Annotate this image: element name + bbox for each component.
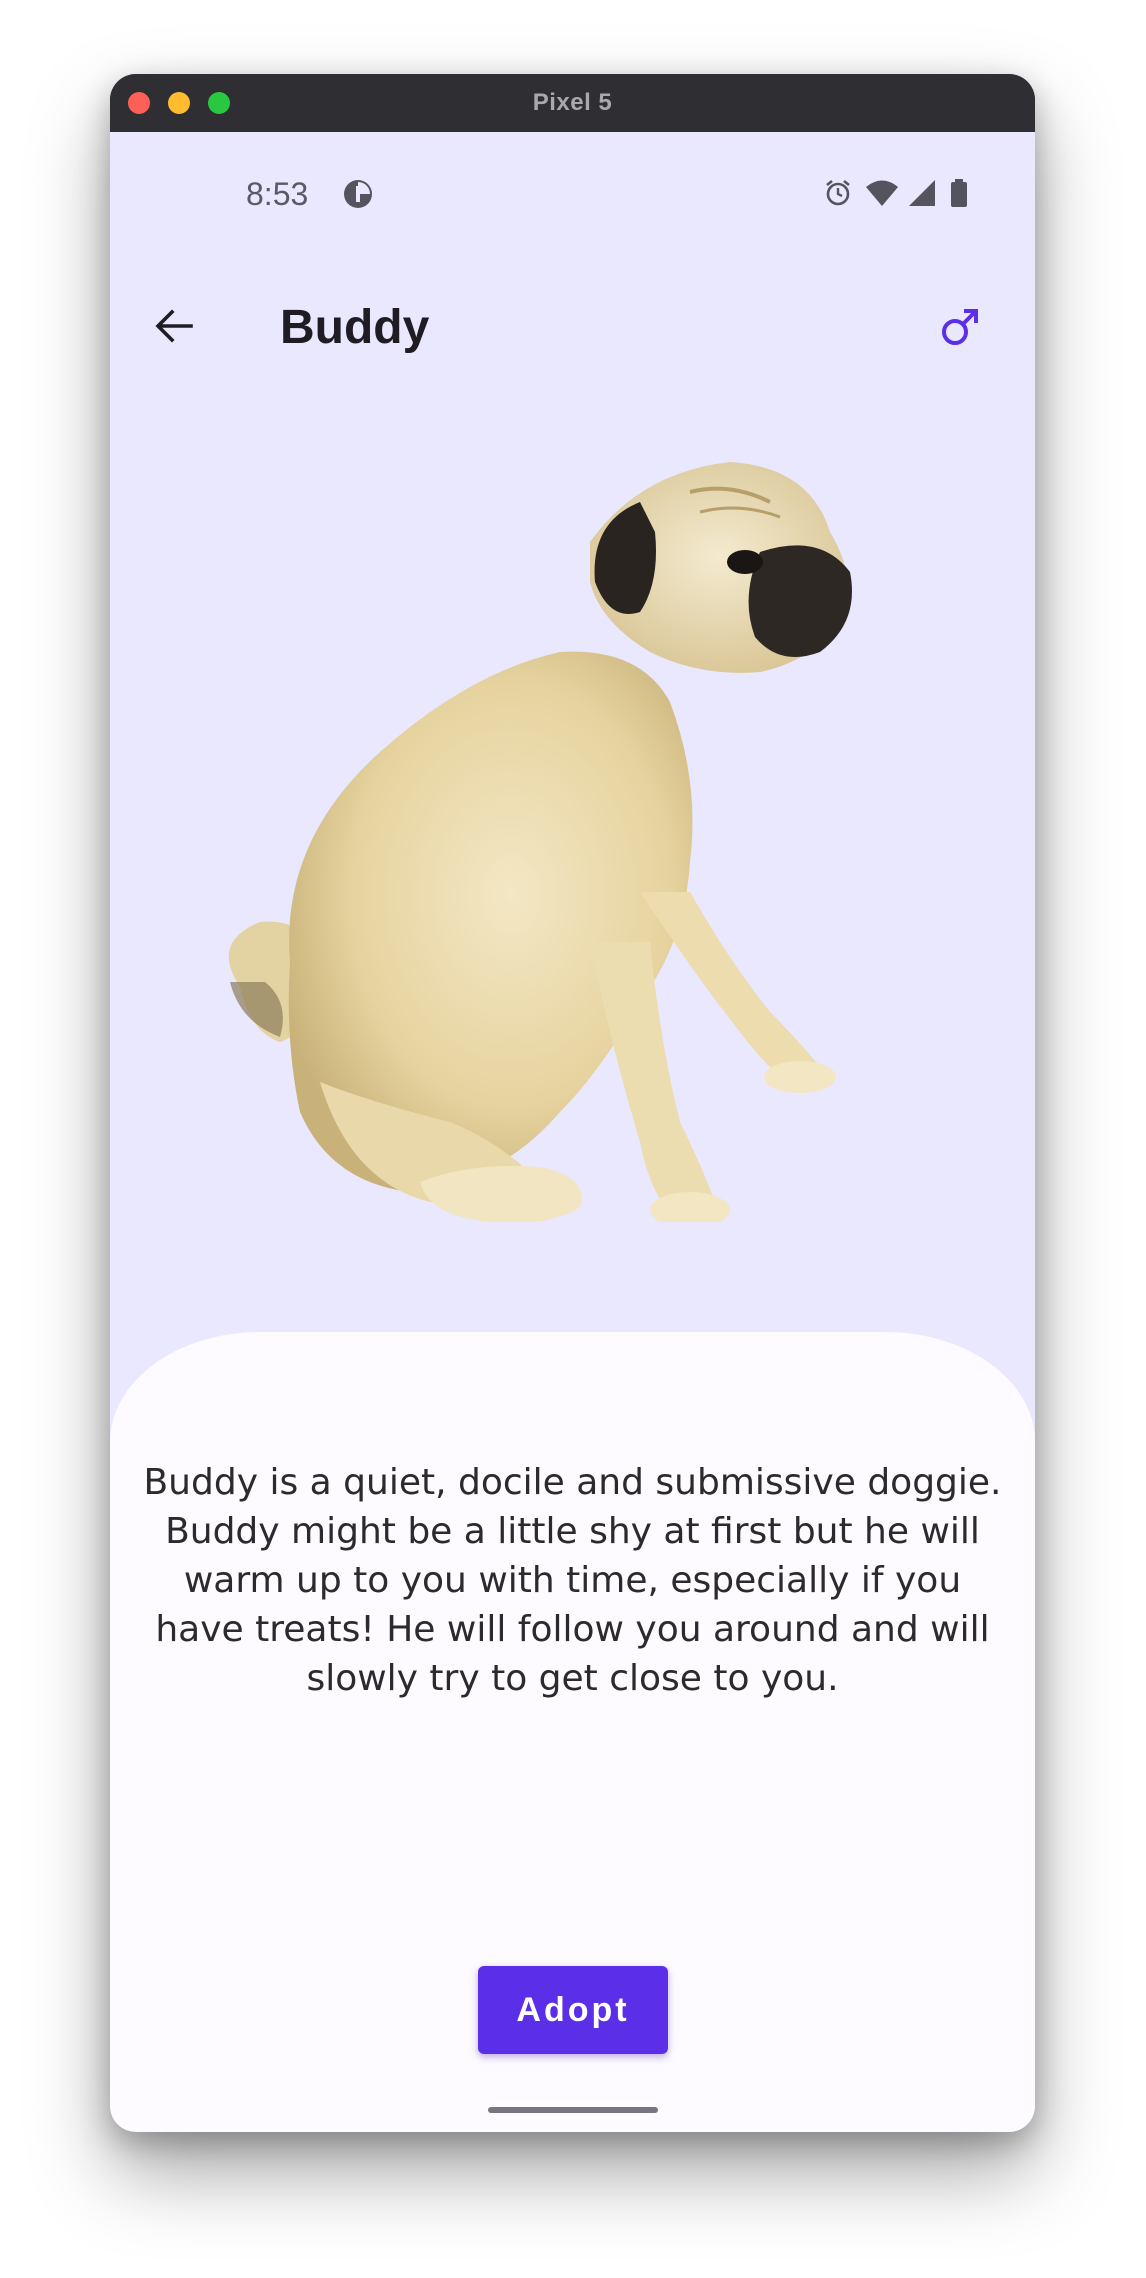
arrow-back-icon (153, 305, 195, 352)
data-saver-icon (342, 178, 374, 210)
pug-photo (170, 422, 990, 1228)
window-titlebar: Pixel 5 (110, 74, 1035, 132)
zoom-window-button[interactable] (208, 92, 230, 114)
gender-button[interactable] (935, 302, 987, 354)
adopt-button[interactable]: Adopt (478, 1966, 668, 2054)
minimize-window-button[interactable] (168, 92, 190, 114)
alarm-icon (823, 178, 853, 208)
back-button[interactable] (148, 302, 200, 354)
desktop-stage: Pixel 5 8:53 Buddy Buddy is a quiet, doc… (0, 0, 1146, 2278)
status-bar: 8:53 (110, 132, 1035, 252)
battery-icon (949, 178, 979, 208)
status-time: 8:53 (246, 176, 309, 212)
emulator-window: Pixel 5 8:53 Buddy Buddy is a quiet, doc… (110, 74, 1035, 2132)
status-icons (823, 178, 979, 208)
wifi-icon (865, 178, 898, 208)
cell-signal-icon (907, 178, 937, 208)
close-window-button[interactable] (128, 92, 150, 114)
top-app-bar: Buddy (110, 282, 1035, 372)
window-title: Pixel 5 (532, 89, 613, 116)
phone-screen: 8:53 Buddy Buddy is a quiet, docile and … (110, 132, 1035, 2132)
home-indicator[interactable] (488, 2107, 658, 2113)
page-title: Buddy (280, 301, 430, 354)
male-icon (940, 305, 982, 352)
pet-description: Buddy is a quiet, docile and submissive … (143, 1462, 1002, 1699)
